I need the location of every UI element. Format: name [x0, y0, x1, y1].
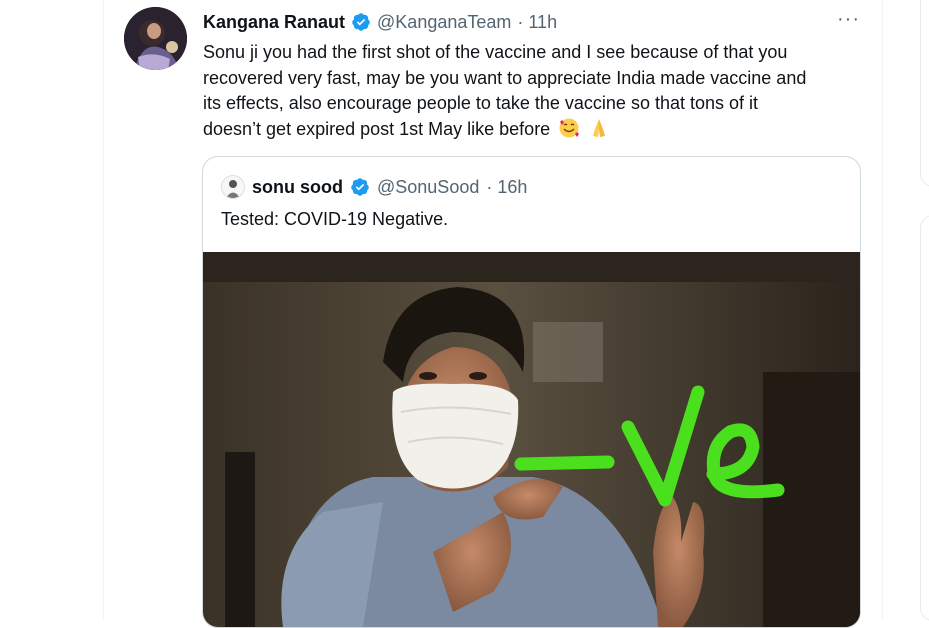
tweet-text: Sonu ji you had the first shot of the va…	[203, 40, 853, 142]
author-name[interactable]: Kangana Ranaut	[203, 12, 345, 33]
author-avatar[interactable]	[124, 7, 187, 70]
more-options-icon[interactable]: ···	[837, 8, 860, 31]
verified-badge-icon	[351, 178, 369, 196]
tweet-text-line-last: doesn’t get expired post 1st May like be…	[203, 117, 853, 143]
quoted-tweet-photo[interactable]	[203, 252, 860, 627]
tweet-header: Kangana Ranaut @KanganaTeam · 11h	[203, 10, 557, 34]
timeline-right-border	[882, 0, 883, 619]
tweet-timestamp[interactable]: · 11h	[517, 12, 557, 33]
quoted-tweet-timestamp: · 16h	[486, 176, 528, 197]
sidebar-card-top	[920, 0, 929, 187]
tweet[interactable]: Kangana Ranaut @KanganaTeam · 11h ··· So…	[104, 0, 882, 628]
tweet-text-line: doesn’t get expired post 1st May like be…	[203, 118, 551, 139]
quoted-author-handle: @SonuSood	[377, 176, 480, 197]
sidebar-card-bottom	[920, 215, 929, 621]
quoted-tweet-header: sonu sood @SonuSood · 16h	[221, 175, 527, 199]
quoted-tweet-text: Tested: COVID-19 Negative.	[221, 209, 449, 229]
quoted-author-avatar	[221, 175, 245, 199]
author-handle[interactable]: @KanganaTeam	[377, 12, 511, 33]
tweet-text-line: Sonu ji you had the first shot of the va…	[203, 42, 788, 62]
tweet-text-line: its effects, also encourage people to ta…	[203, 93, 759, 113]
folded-hands-icon	[593, 118, 606, 137]
tweet-text-line: recovered very fast, may be you want to …	[203, 67, 807, 88]
smiling-face-with-hearts-icon	[559, 118, 580, 137]
verified-badge-icon	[352, 13, 370, 31]
quoted-tweet[interactable]: sonu sood @SonuSood · 16h Tested: COVID-…	[202, 156, 861, 628]
quoted-author-name: sonu sood	[252, 176, 343, 197]
